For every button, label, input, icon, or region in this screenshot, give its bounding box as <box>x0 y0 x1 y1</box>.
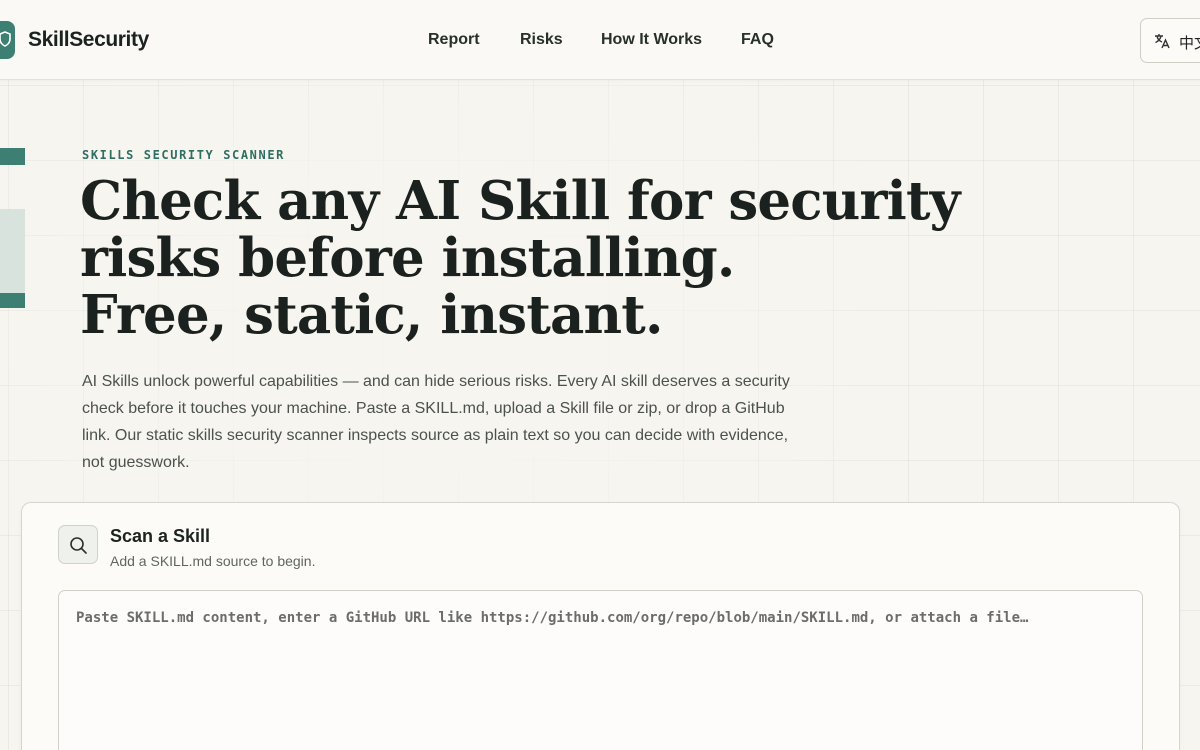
decorative-block <box>0 209 25 293</box>
skill-source-input[interactable] <box>58 590 1143 750</box>
hero-eyebrow: SKILLS SECURITY SCANNER <box>82 148 285 162</box>
decorative-bar <box>0 148 25 165</box>
scan-title: Scan a Skill <box>110 526 211 546</box>
decorative-bar <box>0 293 25 308</box>
nav-item-report[interactable]: Report <box>428 31 480 49</box>
scan-subtitle: Add a SKILL.md source to begin. <box>110 553 316 569</box>
nav-item-faq[interactable]: FAQ <box>741 31 774 49</box>
main-nav: Report Risks How It Works FAQ <box>0 31 1200 51</box>
headline-line: Check any AI Skill for security <box>80 170 960 232</box>
hero-description: AI Skills unlock powerful capabilities —… <box>82 373 790 471</box>
language-label: 中文 <box>1179 34 1200 52</box>
translate-icon <box>1153 32 1171 53</box>
headline-line: risks before installing. <box>80 227 735 289</box>
headline-line: Free, static, instant. <box>80 284 663 346</box>
nav-item-how-it-works[interactable]: How It Works <box>601 31 702 49</box>
site-header: SkillSecurity Report Risks How It Works … <box>0 0 1200 80</box>
scan-search-button[interactable] <box>58 525 98 564</box>
search-icon <box>70 537 87 554</box>
scan-card: Scan a Skill Add a SKILL.md source to be… <box>21 502 1180 750</box>
nav-item-risks[interactable]: Risks <box>520 31 563 49</box>
language-toggle-button[interactable]: 中文 <box>1140 18 1200 63</box>
hero-headline: Check any AI Skill for security risks be… <box>80 173 980 344</box>
